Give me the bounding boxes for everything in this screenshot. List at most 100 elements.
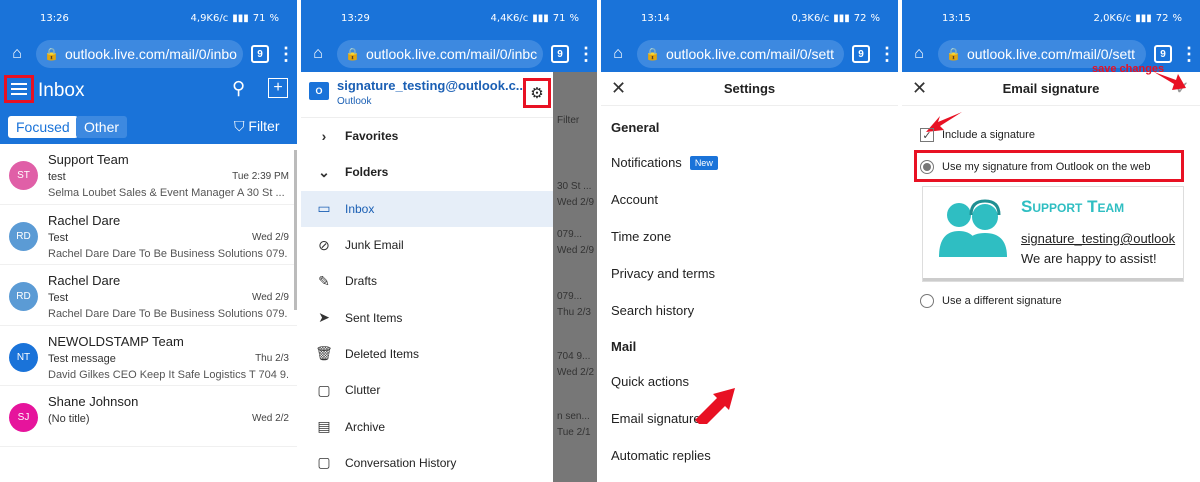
signal-icon: ▮▮▮ [833,12,850,24]
mail-sender: Rachel Dare [48,212,121,228]
signal-icon: ▮▮▮ [232,12,249,24]
battery-level: 72 [853,12,867,24]
status-bar: 13:26 4,9K6/c ▮▮▮ 71% [0,0,297,36]
folder-icon: ▢ [317,381,331,398]
mail-date: Tue 2:39 PM [232,171,289,182]
page-title: Inbox [38,80,85,101]
folder-label: Deleted Items [345,346,420,361]
status-bar: 13:14 0,3K6/c ▮▮▮ 72% [601,0,898,36]
home-icon[interactable]: ⌂ [908,43,930,65]
folder-item[interactable]: ▭ Inbox [301,190,553,227]
address-bar[interactable]: 🔒 outlook.live.com/mail/0/sett [637,40,844,68]
include-signature-option[interactable]: ✓ Include a signature [920,128,1035,142]
folder-icon: ▭ [317,200,331,217]
mail-subject: Test [48,231,69,244]
status-bar: 13:29 4,4K6/c ▮▮▮ 71% [301,0,597,36]
account-email[interactable]: signature_testing@outlook.c... [337,78,527,93]
settings-item[interactable]: Automatic replies [601,437,898,474]
mail-subject: (No title) [48,413,90,425]
folder-label: Favorites [345,129,399,144]
signal-icon: ▮▮▮ [1135,12,1152,24]
mail-list-item[interactable]: RD Rachel Dare Test Wed 2/9 Rachel Dare Dare… [0,265,297,326]
settings-item[interactable]: Email signature [601,400,898,437]
dimmed-text: Wed 2/9 [557,197,595,208]
folder-icon: › [321,128,327,145]
close-icon[interactable]: ✕ [912,78,927,99]
more-icon[interactable]: ⋮ [577,44,595,65]
mail-list-item[interactable]: SJ Shane Johnson (No title) Wed 2/2 [0,386,297,447]
settings-item[interactable]: Search history [601,292,898,329]
battery-level: 72 [1155,12,1169,24]
settings-item[interactable]: Account [601,181,898,218]
avatar: RD [9,282,38,311]
mail-list-item[interactable]: ST Support Team test Tue 2:39 PM Selma Loube… [0,144,297,205]
tab-count[interactable]: 9 [551,45,569,63]
folder-item[interactable]: › Favorites [301,118,553,154]
mail-list-item[interactable]: NT NEWOLDSTAMP Team Test message Thu 2/3 Dav… [0,326,297,386]
dimmed-text: Thu 2/3 [557,307,591,318]
menu-icon[interactable] [4,75,34,103]
address-bar[interactable]: 🔒 outlook.live.com/mail/0/inbc [337,40,543,68]
folder-label: Folders [345,165,389,180]
settings-gear-icon[interactable]: ⚙ [523,78,551,108]
mail-preview: David Gilkes CEO Keep It Safe Logistics … [48,368,288,381]
tab-other[interactable]: Other [76,116,128,138]
settings-item-label: Search history [611,303,695,318]
more-icon[interactable]: ⋮ [277,44,295,65]
folder-item[interactable]: ⊘ Junk Email [301,227,553,263]
settings-item-label: Time zone [611,229,672,244]
tab-count[interactable]: 9 [852,45,870,63]
avatar: SJ [9,403,38,432]
dimmed-text: 079... [557,291,583,302]
mail-preview: Rachel Dare Dare To Be Business Solution… [48,308,288,320]
browser-toolbar: ⌂ 🔒 outlook.live.com/mail/0/inbo 9 ⋮ [0,36,297,72]
settings-item-label: Notifications [611,155,682,170]
settings-header: ✕ Settings [601,72,898,106]
tab-focused[interactable]: Focused [8,116,78,138]
use-different-label: Use a different signature [942,295,1062,307]
folder-label: Conversation History [345,455,457,470]
account-type: Outlook [337,96,372,107]
folder-item[interactable]: ▢ Conversation History [301,445,553,481]
signature-preview: Support Team signature_testing@outlook W… [922,186,1184,282]
use-outlook-radio[interactable] [920,160,934,174]
folder-item[interactable]: ▤ Archive [301,408,553,444]
tab-count[interactable]: 9 [251,45,269,63]
support-team-logo-icon [939,199,1007,257]
mail-list-item[interactable]: RD Rachel Dare Test Wed 2/9 Rachel Dare Dare… [0,205,297,265]
close-icon[interactable]: ✕ [611,78,626,99]
account-header: O signature_testing@outlook.c... Outlook… [301,72,553,118]
mail-date: Wed 2/2 [251,413,289,424]
mail-list: ST Support Team test Tue 2:39 PM Selma Loube… [0,144,297,447]
folder-item[interactable]: ➤ Sent Items [301,299,553,335]
more-icon[interactable]: ⋮ [878,44,896,65]
lock-icon: 🔒 [645,47,660,61]
use-different-radio[interactable] [920,294,934,308]
avatar: RD [9,221,38,251]
settings-item[interactable]: Quick actions [601,363,898,400]
settings-item[interactable]: Privacy and terms [601,255,898,292]
mail-preview: Selma Loubet Sales & Event Manager A 30 … [48,187,285,199]
compose-icon[interactable]: + [268,78,288,98]
dimmed-text: Wed 2/2 [557,367,595,378]
include-signature-checkbox[interactable]: ✓ [920,128,934,142]
settings-item[interactable]: Notifications New [601,144,898,181]
search-icon[interactable]: ⚲ [232,78,245,99]
folder-item[interactable]: 🗑 Deleted Items [301,336,553,372]
tab-count[interactable]: 9 [1154,45,1172,63]
settings-item[interactable]: Time zone [601,218,898,255]
filter-button[interactable]: ⛉ Filter [234,118,280,135]
use-different-signature-option[interactable]: Use a different signature [920,294,1062,308]
folder-item[interactable]: ✎ Drafts [301,263,553,299]
signature-email-link[interactable]: signature_testing@outlook [1021,231,1175,246]
home-icon[interactable]: ⌂ [307,43,329,65]
folder-item[interactable]: ⌄ Folders [301,154,553,190]
folder-item[interactable]: ▢ Clutter [301,372,553,408]
address-bar[interactable]: 🔒 outlook.live.com/mail/0/inbo [36,40,243,68]
use-outlook-signature-option[interactable]: Use my signature from Outlook on the web [920,160,1150,174]
status-time: 13:29 [341,12,370,24]
home-icon[interactable]: ⌂ [6,43,28,65]
more-icon[interactable]: ⋮ [1180,44,1198,65]
home-icon[interactable]: ⌂ [607,43,629,65]
battery-level: 71 [552,12,566,24]
